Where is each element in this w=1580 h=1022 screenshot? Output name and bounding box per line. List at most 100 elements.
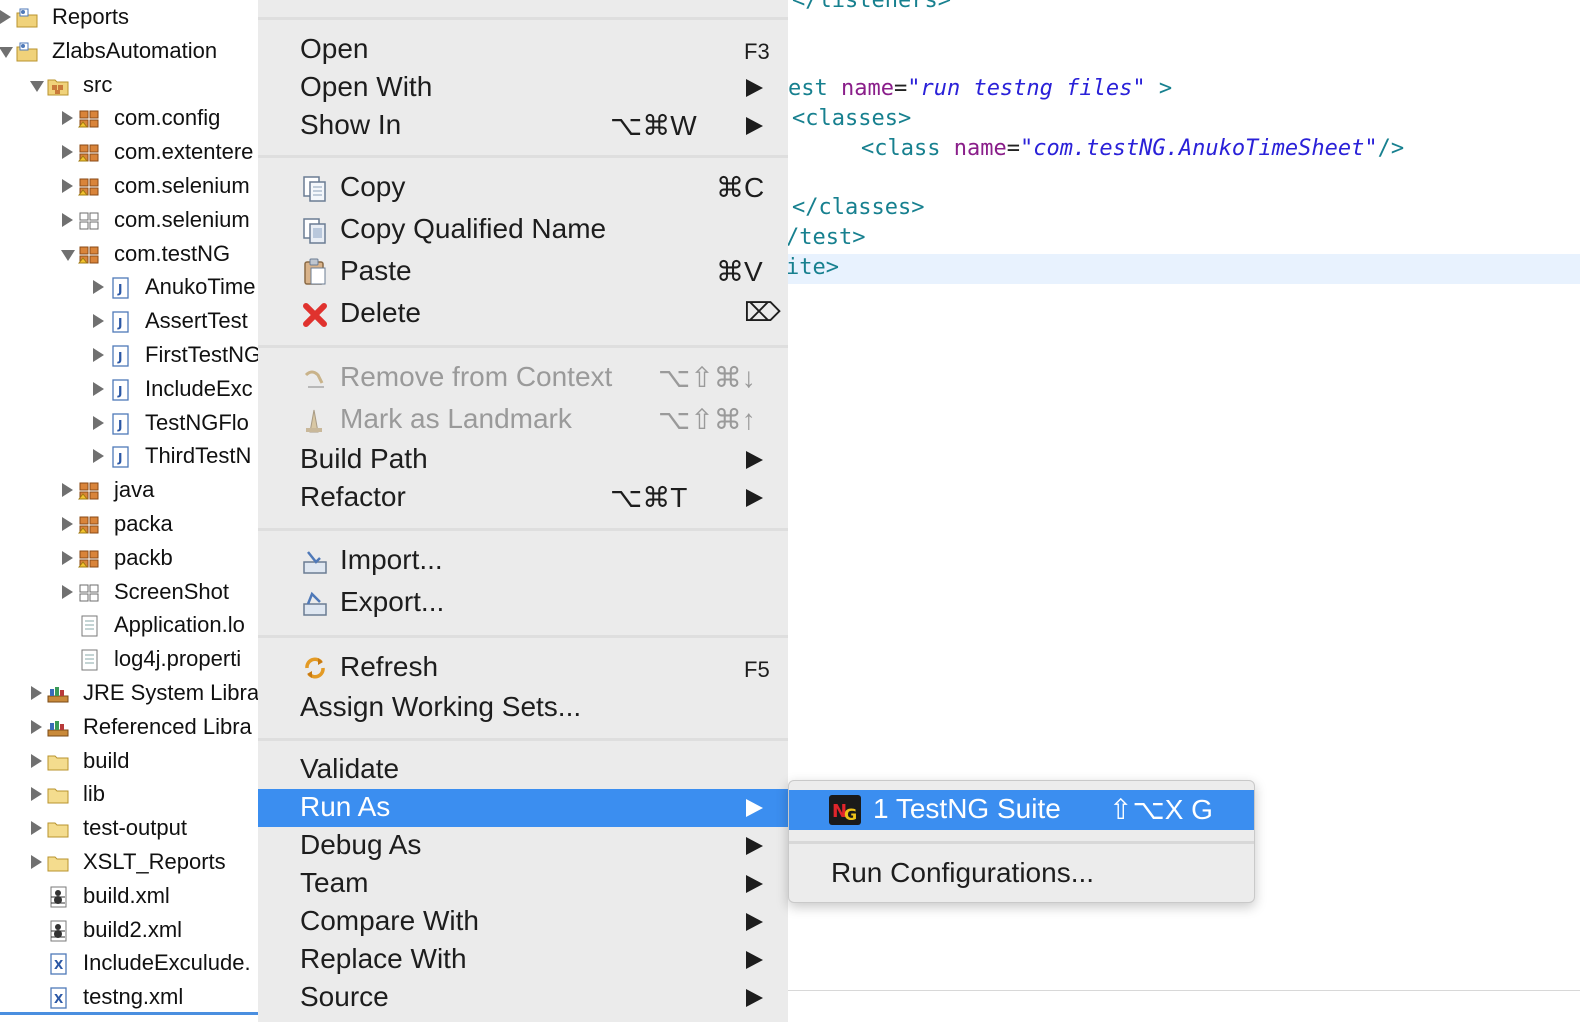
menu-item-source[interactable]: Source <box>258 979 788 1017</box>
tree-item-label: IncludeExculude. <box>83 950 251 976</box>
tree-item[interactable]: com.extentere <box>0 135 258 168</box>
menu-item-import[interactable]: Import... <box>258 542 788 582</box>
tree-item-label: ScreenShot <box>114 578 229 604</box>
code-line: ite> <box>788 255 839 280</box>
source-folder-icon <box>47 73 69 96</box>
collapsed-chevron-icon[interactable] <box>93 348 104 362</box>
menu-item-refresh[interactable]: Refresh F5 <box>258 649 788 689</box>
tree-item[interactable]: J TestNGFlo <box>0 406 258 439</box>
collapsed-chevron-icon[interactable] <box>31 753 42 768</box>
tree-item-label: testng.xml <box>83 984 184 1010</box>
menu-item-mark-as-landmark[interactable]: Mark as Landmark ⌥⇧⌘↑ <box>258 401 788 441</box>
menu-item-label: Open With <box>300 71 433 102</box>
expanded-chevron-icon[interactable] <box>0 46 13 58</box>
tree-item[interactable]: JRE System Libra <box>0 676 258 709</box>
tree-item[interactable]: com.selenium <box>0 169 258 202</box>
tree-item-label: src <box>83 71 113 97</box>
tree-item[interactable]: packb <box>0 541 258 574</box>
expanded-chevron-icon[interactable] <box>30 80 44 92</box>
tree-item-label: com.testNG <box>114 240 231 266</box>
tree-item-label: ZlabsAutomation <box>52 37 218 63</box>
collapsed-chevron-icon[interactable] <box>93 314 104 329</box>
refresh-icon <box>305 657 325 679</box>
svg-text:G: G <box>844 805 857 824</box>
menu-item-replace-with[interactable]: Replace With <box>258 941 788 979</box>
tree-item[interactable]: build2.xml <box>0 913 258 946</box>
menu-item-run-as[interactable]: Run As <box>258 789 788 827</box>
folder-icon <box>47 782 69 804</box>
collapsed-chevron-icon[interactable] <box>62 179 73 193</box>
tree-item[interactable]: J AssertTest <box>0 304 258 337</box>
tree-item[interactable]: ZlabsAutomation <box>0 34 258 67</box>
tree-item-label: test-output <box>83 815 187 841</box>
tree-item[interactable]: Application.lo <box>0 608 258 641</box>
submenu-arrow-icon <box>746 451 763 469</box>
menu-item-build-path[interactable]: Build Path <box>258 441 788 479</box>
tree-item[interactable]: ScreenShot <box>0 575 258 608</box>
collapsed-chevron-icon[interactable] <box>62 145 73 160</box>
tree-item[interactable]: src <box>0 68 258 101</box>
submenu-arrow-icon <box>746 117 763 135</box>
tree-item[interactable]: com.config <box>0 101 258 134</box>
collapsed-chevron-icon[interactable] <box>62 584 73 599</box>
collapsed-chevron-icon[interactable] <box>62 550 73 565</box>
collapsed-chevron-icon[interactable] <box>62 483 73 498</box>
tree-item[interactable]: J ThirdTestN <box>0 439 258 472</box>
tree-item-label: Reports <box>52 4 130 29</box>
collapsed-chevron-icon[interactable] <box>31 719 42 734</box>
tree-item[interactable]: com.selenium <box>0 203 258 236</box>
tree-item[interactable]: log4j.properti <box>0 642 258 675</box>
tree-item[interactable]: com.testNG <box>0 237 258 270</box>
collapsed-chevron-icon[interactable] <box>93 280 104 295</box>
tree-item[interactable]: build.xml <box>0 879 258 912</box>
collapsed-chevron-icon[interactable] <box>62 212 73 227</box>
menu-item-open-with[interactable]: Open With <box>258 69 788 107</box>
tree-item-label: java <box>114 477 155 503</box>
collapsed-chevron-icon[interactable] <box>31 855 42 869</box>
menu-item-compare-with[interactable]: Compare With <box>258 903 788 941</box>
submenu-item-testng-suite[interactable]: N G 1 TestNG Suite ⇧⌥X G <box>789 790 1254 830</box>
menu-item-refactor[interactable]: Refactor ⌥⌘T <box>258 479 788 517</box>
collapsed-chevron-icon[interactable] <box>93 381 104 396</box>
copy-qualified-name-icon <box>303 218 326 244</box>
collapsed-chevron-icon[interactable] <box>93 449 104 464</box>
collapsed-chevron-icon[interactable] <box>31 821 42 836</box>
tree-item[interactable]: lib <box>0 777 258 810</box>
tree-item[interactable]: Referenced Libra <box>0 710 258 743</box>
tree-item[interactable]: J AnukoTime <box>0 270 258 303</box>
tree-item[interactable]: test-output <box>0 811 258 844</box>
menu-item-export[interactable]: Export... <box>258 584 788 624</box>
collapsed-chevron-icon[interactable] <box>31 686 42 700</box>
tree-item[interactable]: Reports <box>0 0 258 33</box>
menu-item-validate[interactable]: Validate <box>258 751 788 789</box>
expanded-chevron-icon[interactable] <box>61 249 75 261</box>
tree-item[interactable]: XSLT_Reports <box>0 845 258 878</box>
tree-item[interactable]: J FirstTestNG <box>0 338 258 371</box>
tree-item[interactable]: java <box>0 473 258 506</box>
menu-item-open[interactable]: Open F3 <box>258 31 788 69</box>
tree-item[interactable]: Xtestng.xml <box>0 980 258 1013</box>
menu-item-team[interactable]: Team <box>258 865 788 903</box>
collapsed-chevron-icon[interactable] <box>62 517 73 531</box>
tree-item-label: com.config <box>114 105 221 131</box>
tree-item[interactable]: build <box>0 744 258 777</box>
submenu-item-run-configurations[interactable]: Run Configurations... <box>789 854 1254 894</box>
menu-item-copy[interactable]: Copy ⌘C <box>258 169 788 209</box>
menu-item-paste[interactable]: Paste ⌘V <box>258 253 788 293</box>
menu-item-assign-working-sets[interactable]: Assign Working Sets... <box>258 689 788 727</box>
selection-indicator <box>0 1012 258 1015</box>
menu-item-delete[interactable]: Delete ⌦ <box>258 295 788 335</box>
collapsed-chevron-icon[interactable] <box>62 111 73 126</box>
collapsed-chevron-icon[interactable] <box>31 787 42 802</box>
menu-item-remove-from-context[interactable]: Remove from Context ⌥⇧⌘↓ <box>258 359 788 399</box>
shortcut-label: ⌥⌘W <box>610 110 697 141</box>
menu-item-show-in[interactable]: Show In ⌥⌘W <box>258 107 788 145</box>
tree-item[interactable]: X IncludeExculude. <box>0 946 258 979</box>
collapsed-chevron-icon[interactable] <box>0 10 11 24</box>
tree-item[interactable]: packa <box>0 507 258 540</box>
collapsed-chevron-icon[interactable] <box>93 415 104 430</box>
tree-item[interactable]: J IncludeExc <box>0 372 258 405</box>
menu-item-debug-as[interactable]: Debug As <box>258 827 788 865</box>
copy-icon <box>303 176 326 202</box>
menu-item-copy-qualified-name[interactable]: Copy Qualified Name <box>258 211 788 251</box>
